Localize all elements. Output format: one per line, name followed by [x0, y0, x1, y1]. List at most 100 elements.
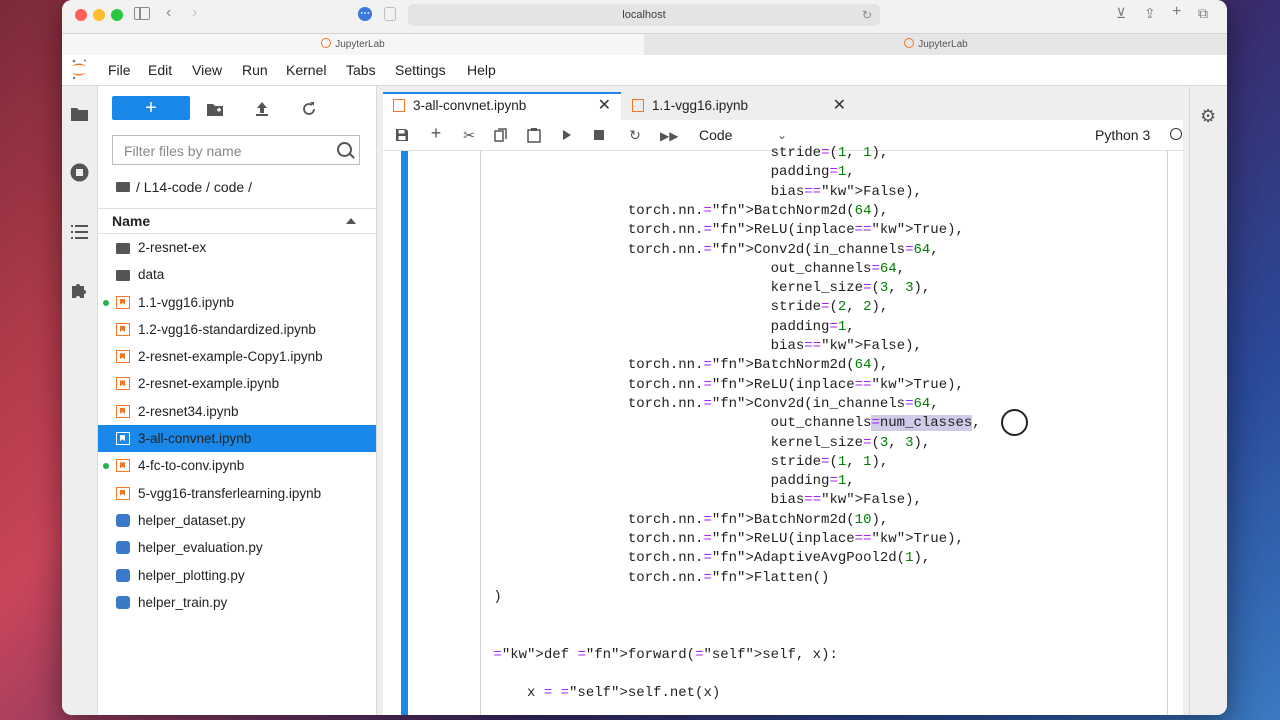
running-indicator-icon: [103, 463, 109, 470]
notebook-icon: [116, 459, 130, 473]
file-list-item[interactable]: 5-vgg16-transferlearning.ipynb: [98, 480, 376, 507]
file-name: 4-fc-to-conv.ipynb: [138, 458, 245, 474]
zoom-window-button[interactable]: [111, 9, 123, 21]
file-name: helper_dataset.py: [138, 512, 246, 528]
restart-kernel-icon[interactable]: ↻: [626, 127, 644, 143]
tab-overview-icon[interactable]: ⧉: [1198, 5, 1208, 22]
share-icon[interactable]: ⇪: [1144, 5, 1156, 22]
back-icon[interactable]: ‹: [166, 5, 171, 21]
file-browser-panel: + / L14-code / code / Name 2-resnet-ex da…: [98, 86, 377, 715]
file-list-item[interactable]: 2-resnet-ex: [98, 234, 376, 261]
filter-files-input[interactable]: [122, 142, 326, 160]
address-bar[interactable]: localhost ↻: [408, 4, 880, 26]
insert-cell-icon[interactable]: +: [427, 124, 445, 142]
notebook-icon: [116, 295, 130, 309]
file-list-item[interactable]: 2-resnet-example-Copy1.ipynb: [98, 343, 376, 370]
file-list-item[interactable]: 4-fc-to-conv.ipynb: [98, 452, 376, 479]
extension-icon[interactable]: [70, 280, 89, 299]
table-of-contents-icon[interactable]: [70, 222, 89, 241]
close-window-button[interactable]: [75, 9, 87, 21]
restart-run-all-icon[interactable]: ▶▶: [660, 128, 678, 144]
download-icon[interactable]: ⊻: [1116, 5, 1126, 22]
menu-edit[interactable]: Edit: [148, 62, 172, 78]
breadcrumb[interactable]: / L14-code / code /: [116, 179, 252, 195]
file-name: data: [138, 267, 165, 283]
sort-ascending-icon: [346, 218, 356, 224]
mouse-cursor-icon: [1001, 409, 1028, 436]
code-line: x = ="self">self.net(x): [485, 685, 721, 702]
code-line: padding=1,: [485, 164, 855, 181]
save-icon[interactable]: [395, 128, 409, 142]
privacy-shield-icon[interactable]: [384, 7, 396, 21]
refresh-icon[interactable]: [300, 100, 318, 118]
code-line: bias=="kw">False),: [485, 183, 922, 200]
paste-icon[interactable]: [527, 127, 541, 143]
file-list-header[interactable]: Name: [98, 208, 376, 234]
password-icon[interactable]: ⋯: [358, 7, 372, 21]
new-launcher-button[interactable]: +: [112, 96, 190, 120]
code-line: padding=1,: [485, 473, 855, 490]
python-file-icon: [116, 513, 130, 527]
main-dock-area: 3-all-convnet.ipynb ✕ 1.1-vgg16.ipynb ✕ …: [377, 86, 1189, 715]
code-line: torch.nn.="fn">AdaptiveAvgPool2d(1),: [485, 550, 931, 567]
filter-files-field[interactable]: [112, 135, 360, 165]
run-cell-icon[interactable]: [562, 129, 572, 141]
left-activity-bar: [62, 86, 98, 715]
active-cell-indicator: [401, 151, 408, 715]
property-inspector-gear-icon[interactable]: ⚙: [1200, 106, 1216, 127]
code-line: torch.nn.="fn">BatchNorm2d(64),: [485, 202, 889, 219]
copy-icon[interactable]: [494, 128, 508, 142]
menu-help[interactable]: Help: [467, 62, 496, 78]
doc-tab-3-all-convnet[interactable]: 3-all-convnet.ipynb ✕: [383, 92, 621, 120]
doc-tab-label: 3-all-convnet.ipynb: [413, 98, 527, 113]
doc-tab-1-1-vgg16[interactable]: 1.1-vgg16.ipynb ✕: [622, 92, 856, 120]
upload-icon[interactable]: [253, 100, 271, 118]
browser-tab[interactable]: JupyterLab: [62, 34, 644, 56]
code-line: out_channels=num_classes,: [485, 415, 981, 432]
notebook-icon: [116, 322, 130, 336]
file-list-item[interactable]: helper_evaluation.py: [98, 534, 376, 561]
new-folder-icon[interactable]: [206, 100, 224, 118]
name-column-header[interactable]: Name: [112, 213, 150, 229]
kernel-name[interactable]: Python 3: [1095, 127, 1150, 143]
interrupt-kernel-icon[interactable]: [594, 130, 604, 140]
code-line: kernel_size=(3, 3),: [485, 280, 931, 297]
close-tab-icon[interactable]: ✕: [598, 94, 611, 118]
file-name: 5-vgg16-transferlearning.ipynb: [138, 485, 322, 501]
file-list-item[interactable]: helper_dataset.py: [98, 507, 376, 534]
reload-icon[interactable]: ↻: [862, 4, 872, 26]
browser-tab[interactable]: JupyterLab: [645, 34, 1227, 56]
file-list-item[interactable]: helper_train.py: [98, 589, 376, 616]
python-file-icon: [116, 595, 130, 609]
folder-icon[interactable]: [70, 104, 89, 123]
file-list-item[interactable]: 2-resnet-example.ipynb: [98, 370, 376, 397]
browser-tab-label: JupyterLab: [335, 39, 385, 50]
file-list-item[interactable]: 2-resnet34.ipynb: [98, 398, 376, 425]
menu-kernel[interactable]: Kernel: [286, 62, 326, 78]
file-list-item[interactable]: helper_plotting.py: [98, 562, 376, 589]
menu-tabs[interactable]: Tabs: [346, 62, 376, 78]
menu-settings[interactable]: Settings: [395, 62, 446, 78]
cell-type-dropdown[interactable]: Code ⌄: [699, 127, 787, 143]
code-cell-editor[interactable]: stride=(1, 1), padding=1, bias=="kw">Fal…: [480, 145, 1168, 715]
menu-view[interactable]: View: [192, 62, 222, 78]
new-tab-icon[interactable]: +: [1172, 3, 1181, 21]
file-list-item[interactable]: 3-all-convnet.ipynb: [98, 425, 376, 453]
file-list-item[interactable]: data: [98, 261, 376, 288]
search-icon: [337, 142, 352, 157]
doc-tab-label: 1.1-vgg16.ipynb: [652, 98, 749, 113]
file-list-item[interactable]: 1.1-vgg16.ipynb: [98, 289, 376, 316]
running-sessions-icon[interactable]: [70, 163, 89, 182]
cut-icon[interactable]: ✂: [460, 127, 478, 143]
code-line: out_channels=64,: [485, 260, 906, 277]
menu-file[interactable]: File: [108, 62, 131, 78]
minimize-window-button[interactable]: [93, 9, 105, 21]
file-list-item[interactable]: 1.2-vgg16-standardized.ipynb: [98, 316, 376, 343]
file-name: 2-resnet-ex: [138, 240, 207, 255]
forward-icon[interactable]: ›: [192, 5, 197, 21]
notebook-icon: [632, 99, 644, 112]
close-tab-icon[interactable]: ✕: [833, 92, 846, 119]
sidebar-toggle-icon[interactable]: [134, 7, 150, 20]
menu-run[interactable]: Run: [242, 62, 268, 78]
notebook-icon: [116, 404, 130, 418]
